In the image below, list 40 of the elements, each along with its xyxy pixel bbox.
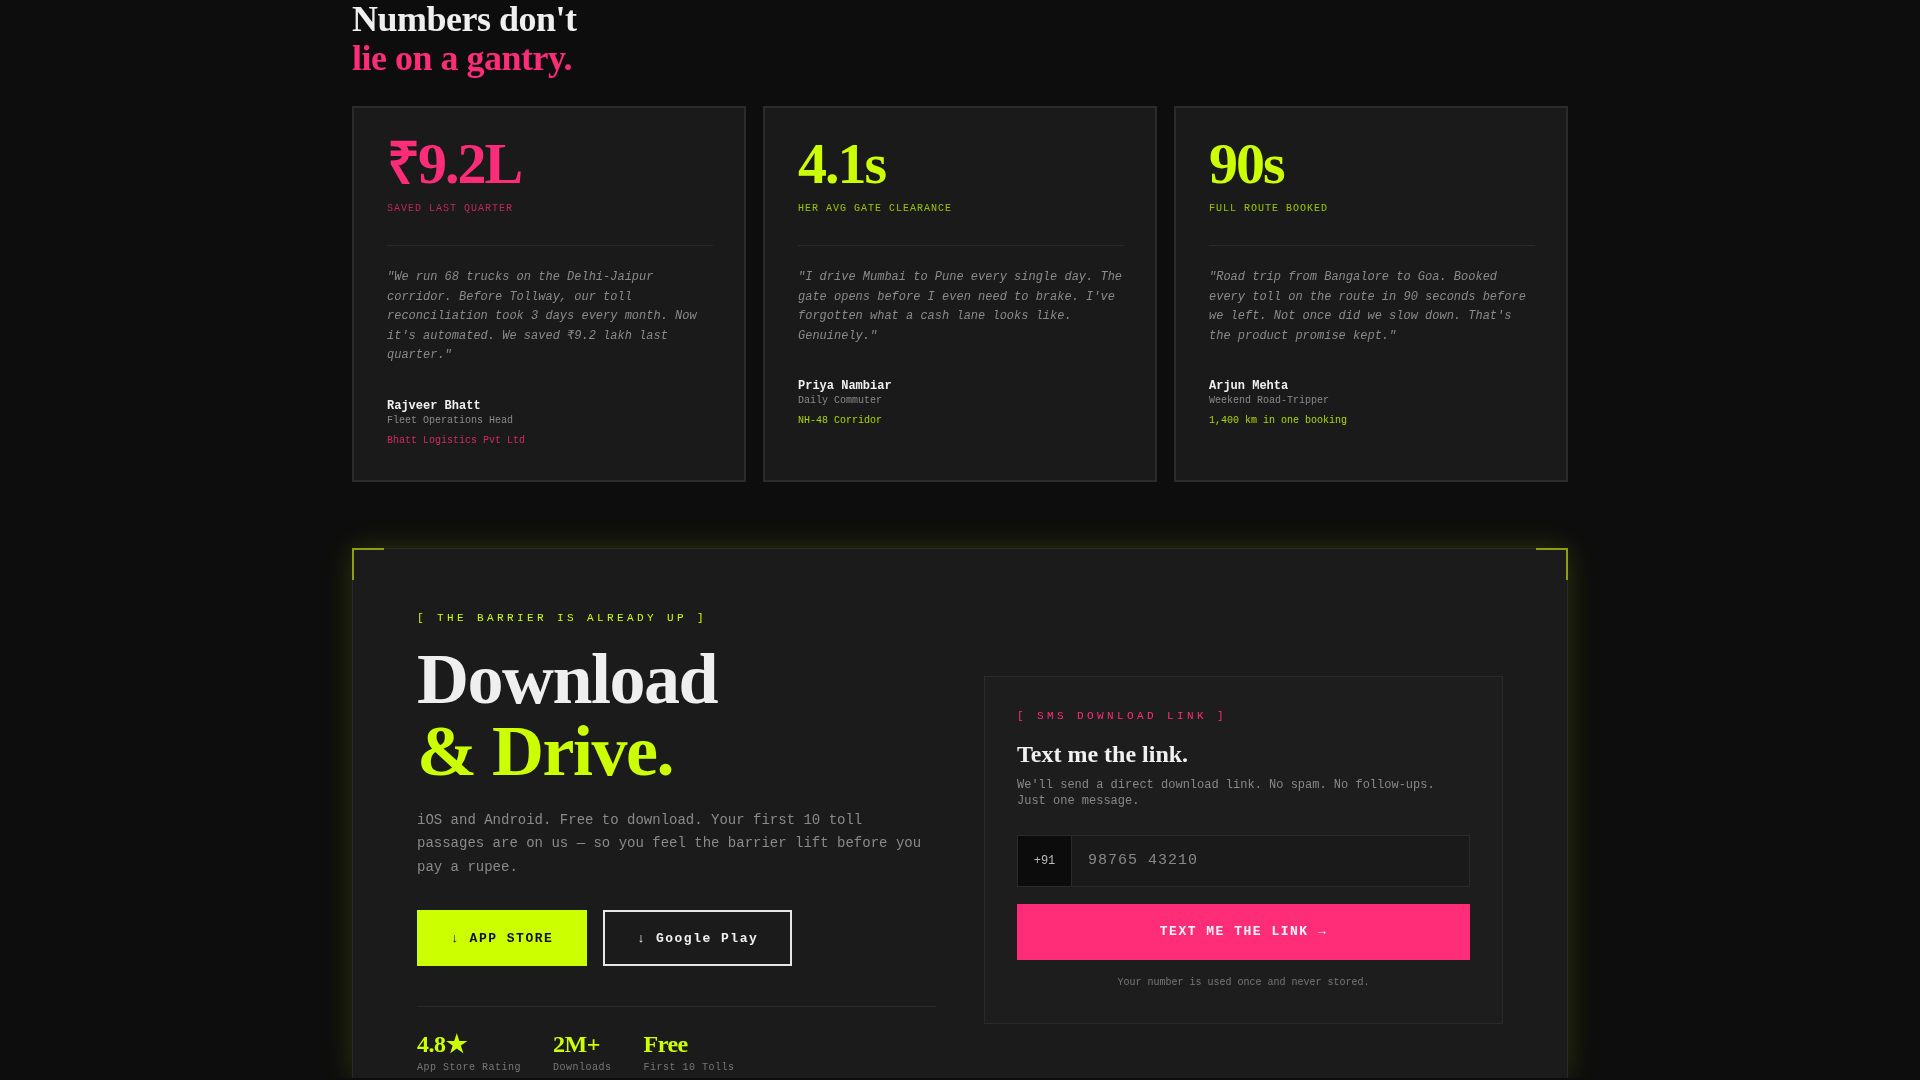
author-detail: 1,400 km in one booking bbox=[1209, 414, 1348, 428]
author-name: Priya Nambiar bbox=[798, 378, 892, 394]
stat-value: 4.1s bbox=[798, 135, 886, 193]
eyebrow-text: [ SMS DOWNLOAD LINK ] bbox=[1017, 709, 1228, 723]
stat-value: Free bbox=[643, 1031, 688, 1058]
quote-text: "Road trip from Bangalore to Goa. Booked every toll on the route in 90 seconds before we left. Not once did we slow down. That's the product promise kept." bbox=[1209, 269, 1527, 345]
quote-text: "We run 68 trucks on the Delhi-Jaipur corridor. Before Tollway, our toll reconciliation took 3 days every month. Now it's automated. We saved ₹9.2 lakh last quarter." bbox=[387, 269, 698, 364]
stat-label: Downloads bbox=[553, 1061, 612, 1075]
description-text: iOS and Android. Free to download. Your first 10 toll passages are on us — so you feel the barrier lift before you pay a rupee. bbox=[417, 810, 923, 877]
country-code: +91 bbox=[1017, 834, 1072, 887]
stat-value: ₹9.2L bbox=[387, 135, 522, 193]
author-role: Daily Commuter bbox=[798, 394, 882, 408]
eyebrow-text: [ THE BARRIER IS ALREADY UP ] bbox=[417, 611, 708, 625]
stat-label: SAVED LAST QUARTER bbox=[387, 203, 514, 215]
stat-label: App Store Rating bbox=[417, 1061, 521, 1075]
section-heading-accent: lie on a gantry. bbox=[352, 39, 572, 78]
form-description: We'll send a direct download link. No spam. No follow-ups. Just one message. bbox=[1017, 776, 1436, 809]
author-name: Arjun Mehta bbox=[1209, 378, 1289, 394]
stat-value: 90s bbox=[1209, 135, 1284, 193]
stat-value: 2M+ bbox=[553, 1031, 600, 1058]
phone-input-field[interactable]: 98765 43210 bbox=[1072, 834, 1470, 887]
author-name: Rajveer Bhatt bbox=[387, 397, 481, 414]
author-role: Weekend Road-Tripper bbox=[1209, 394, 1330, 408]
download-button[interactable]: ↓ APP STORE bbox=[417, 910, 588, 967]
quote-text: "I drive Mumbai to Pune every single day. The gate opens before I even need to brake. I've forgotten what a cash lane looks like. Genuinely." bbox=[798, 269, 1124, 345]
form-title: Text me the link. bbox=[1017, 739, 1189, 769]
download-button[interactable]: ↓ Google Play bbox=[603, 910, 793, 967]
author-role: Fleet Operations Head bbox=[387, 413, 514, 428]
corner-bracket-icon bbox=[352, 547, 384, 580]
author-detail: NH-48 Corridor bbox=[798, 414, 882, 428]
stat-label: First 10 Tolls bbox=[643, 1061, 735, 1075]
headline-accent-text: & Drive. bbox=[417, 714, 673, 787]
section-heading: Numbers don't bbox=[352, 0, 577, 39]
author-detail: Bhatt Logistics Pvt Ltd bbox=[387, 433, 526, 448]
headline-text: Download bbox=[417, 642, 718, 715]
corner-bracket-icon bbox=[1536, 547, 1568, 580]
stat-label: FULL ROUTE BOOKED bbox=[1209, 203, 1329, 215]
privacy-note: Your number is used once and never stored. bbox=[1117, 975, 1370, 989]
stat-value: 4.8★ bbox=[417, 1031, 467, 1058]
stat-label: HER AVG GATE CLEARANCE bbox=[798, 203, 953, 215]
